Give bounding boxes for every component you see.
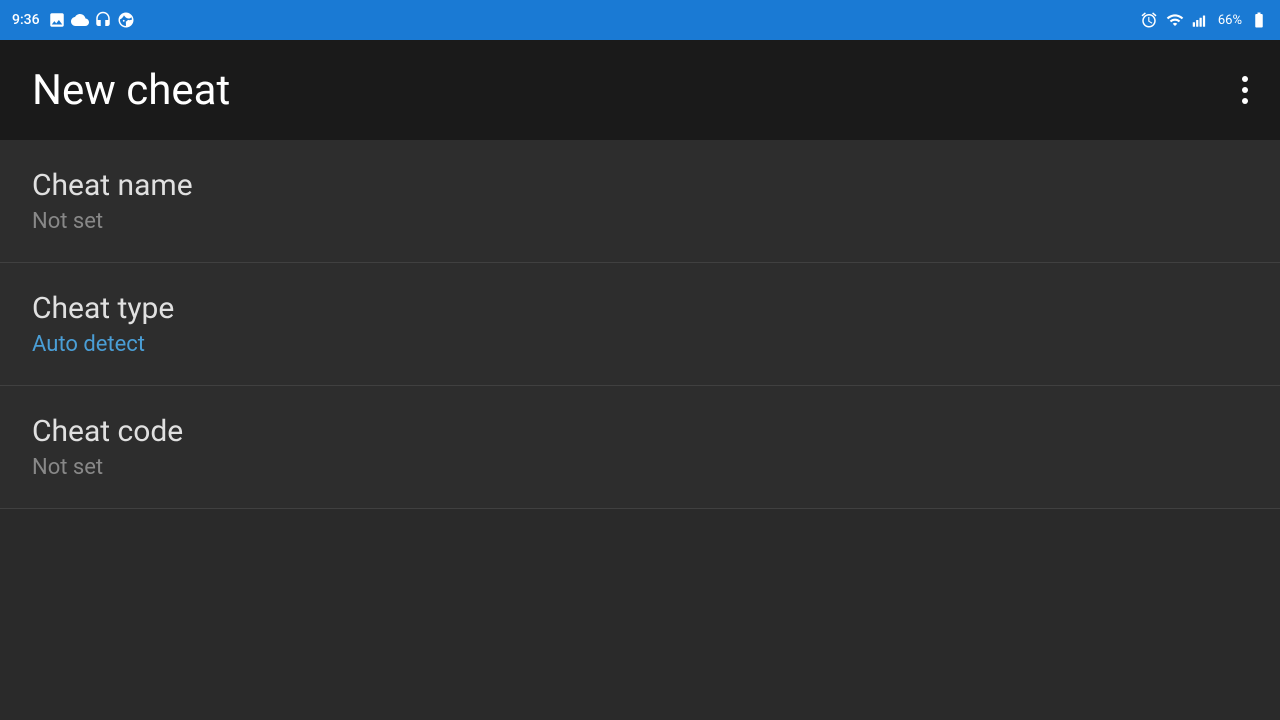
status-bar: 9:36 [0, 0, 1280, 40]
content-list: Cheat name Not set Cheat type Auto detec… [0, 140, 1280, 509]
battery-icon [1250, 11, 1268, 29]
status-time: 9:36 [12, 12, 40, 28]
cheat-name-title: Cheat name [32, 168, 1248, 203]
cheat-name-value: Not set [32, 209, 1248, 234]
cheat-name-item[interactable]: Cheat name Not set [0, 140, 1280, 263]
image-icon [48, 11, 66, 29]
page-title: New cheat [32, 66, 230, 115]
cheat-code-title: Cheat code [32, 414, 1248, 449]
cheat-code-value: Not set [32, 455, 1248, 480]
dot-3 [1242, 98, 1248, 104]
status-bar-right: 66% [1140, 11, 1268, 29]
status-bar-left: 9:36 [12, 11, 135, 29]
face-icon [117, 11, 135, 29]
status-icons [48, 11, 135, 29]
dot-1 [1242, 76, 1248, 82]
alarm-icon [1140, 11, 1158, 29]
wifi-icon [1166, 11, 1184, 29]
cheat-type-item[interactable]: Cheat type Auto detect [0, 263, 1280, 386]
cloud-icon [71, 11, 89, 29]
app-bar: New cheat [0, 40, 1280, 140]
battery-percent: 66% [1218, 13, 1242, 28]
dot-2 [1242, 87, 1248, 93]
headset-icon [94, 11, 112, 29]
cheat-code-item[interactable]: Cheat code Not set [0, 386, 1280, 509]
cheat-type-value: Auto detect [32, 332, 1248, 357]
more-options-button[interactable] [1242, 76, 1248, 104]
cheat-type-title: Cheat type [32, 291, 1248, 326]
signal-icon [1192, 11, 1210, 29]
